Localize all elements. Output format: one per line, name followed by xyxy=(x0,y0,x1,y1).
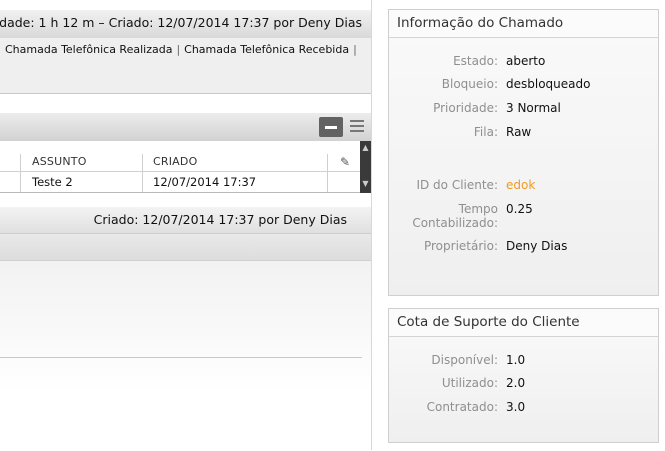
article-table-toolbar xyxy=(0,113,371,142)
article-header-bar: Criado: 12/07/2014 17:37 por Deny Dias xyxy=(0,207,371,234)
accounted-time-label: Tempo Contabilizado: xyxy=(412,202,498,230)
row-created: 12/07/2014 17:37 xyxy=(153,175,257,189)
priority-label: Prioridade: xyxy=(433,101,498,115)
support-quota-title: Cota de Suporte do Cliente xyxy=(397,314,580,330)
ticket-info-title: Informação do Chamado xyxy=(397,15,564,31)
column-header-created[interactable]: CRIADO xyxy=(153,155,197,168)
divider xyxy=(0,357,362,358)
scroll-down-icon[interactable]: ▼ xyxy=(361,179,370,188)
queue-label: Fila: xyxy=(473,125,498,139)
ticket-info-panel: Informação do Chamado Estado: aberto Blo… xyxy=(388,9,659,296)
table-header: ASSUNTO CRIADO ✎ xyxy=(0,141,360,172)
priority-value: 3 Normal xyxy=(506,101,561,115)
attachment-icon: ✎ xyxy=(340,155,351,169)
available-value: 1.0 xyxy=(506,353,526,367)
support-quota-panel: Cota de Suporte do Cliente Disponível: 1… xyxy=(388,308,659,443)
lock-value: desbloqueado xyxy=(506,77,591,91)
column-header-subject[interactable]: ASSUNTO xyxy=(32,155,87,168)
article-created-info: Criado: 12/07/2014 17:37 por Deny Dias xyxy=(93,212,347,227)
state-label: Estado: xyxy=(453,54,498,68)
ticket-info-header: Informação do Chamado xyxy=(389,10,658,38)
owner-label: Proprietário: xyxy=(423,239,498,253)
queue-value: Raw xyxy=(506,125,532,139)
state-value: aberto xyxy=(506,54,546,68)
article-table: ASSUNTO CRIADO ✎ Teste 2 12/07/2014 17:3… xyxy=(0,141,360,193)
phone-call-outbound-link[interactable]: Chamada Telefônica Realizada xyxy=(5,43,172,56)
panel-divider xyxy=(371,0,372,450)
phone-call-inbound-link[interactable]: Chamada Telefônica Recebida xyxy=(184,43,349,56)
table-row[interactable]: Teste 2 12/07/2014 17:37 xyxy=(0,172,360,193)
menu-icon[interactable] xyxy=(350,120,364,134)
used-label: Utilizado: xyxy=(441,376,498,390)
lock-label: Bloqueio: xyxy=(441,77,498,91)
customer-id-label: ID do Cliente: xyxy=(416,178,498,192)
separator: | xyxy=(176,43,181,56)
used-value: 2.0 xyxy=(506,376,526,390)
support-quota-header: Cota de Suporte do Cliente xyxy=(389,309,658,337)
ticket-actions-bar: Chamada Telefônica Realizada | Chamada Tel… xyxy=(0,38,371,94)
accounted-time-value: 0.25 xyxy=(506,202,533,216)
ticket-title-bar: Idade: 1 h 12 m – Criado: 12/07/2014 17:… xyxy=(0,10,371,39)
separator: | xyxy=(353,43,357,56)
ticket-age-info: Idade: 1 h 12 m – Criado: 12/07/2014 17:… xyxy=(0,15,362,30)
scroll-up-icon[interactable]: ▲ xyxy=(361,143,370,152)
contracted-label: Contratado: xyxy=(426,400,498,414)
owner-value: Deny Dias xyxy=(506,239,568,253)
article-body xyxy=(0,261,371,451)
contracted-value: 3.0 xyxy=(506,400,526,414)
collapse-icon[interactable] xyxy=(319,117,343,137)
table-scrollbar[interactable]: ▲ ▼ xyxy=(360,141,371,193)
article-subheader-bar xyxy=(0,234,371,261)
customer-id-link[interactable]: edok xyxy=(506,178,535,192)
row-subject: Teste 2 xyxy=(32,175,73,189)
available-label: Disponível: xyxy=(431,353,498,367)
